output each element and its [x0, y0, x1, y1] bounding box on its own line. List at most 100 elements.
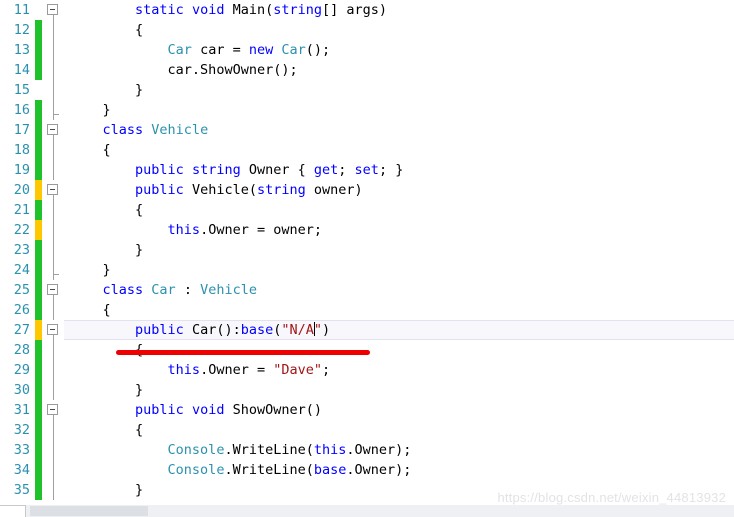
fold-column[interactable]: [44, 220, 64, 240]
horizontal-scrollbar[interactable]: [0, 505, 734, 517]
line-number: 19: [13, 162, 30, 178]
code-text[interactable]: car.ShowOwner();: [70, 60, 298, 80]
fold-column[interactable]: [44, 360, 64, 380]
code-line[interactable]: 29 this.Owner = "Dave";: [0, 360, 734, 380]
code-line[interactable]: 12 {: [0, 20, 734, 40]
code-text[interactable]: }: [70, 240, 143, 260]
code-line[interactable]: 30}: [0, 380, 734, 400]
fold-column[interactable]: [44, 140, 64, 160]
code-line[interactable]: 24}: [0, 260, 734, 280]
fold-column[interactable]: [44, 180, 64, 200]
code-line[interactable]: 22 this.Owner = owner;: [0, 220, 734, 240]
code-line[interactable]: 13 Car car = new Car();: [0, 40, 734, 60]
fold-column[interactable]: [44, 340, 64, 360]
fold-guide-line: [53, 140, 54, 160]
code-line[interactable]: 21 {: [0, 200, 734, 220]
code-text[interactable]: {: [70, 140, 111, 160]
code-line[interactable]: 34 Console.WriteLine(base.Owner);: [0, 460, 734, 480]
code-line[interactable]: 11 static void Main(string[] args): [0, 0, 734, 20]
code-token: this: [167, 222, 201, 238]
code-line[interactable]: 32 {: [0, 420, 734, 440]
code-token: }: [102, 262, 111, 278]
code-text[interactable]: {: [70, 420, 143, 440]
line-number: 30: [13, 382, 30, 398]
fold-column[interactable]: [44, 160, 64, 180]
code-text[interactable]: Console.WriteLine(this.Owner);: [70, 440, 412, 460]
code-editor[interactable]: 11 static void Main(string[] args) 12{13 Ca…: [0, 0, 734, 517]
code-token: }: [102, 102, 111, 118]
change-bar: [35, 200, 42, 220]
code-text[interactable]: class Vehicle: [70, 120, 209, 140]
collapse-minus-icon[interactable]: [47, 324, 58, 335]
fold-column[interactable]: [44, 100, 64, 120]
fold-column[interactable]: [44, 320, 64, 340]
code-text[interactable]: }: [70, 260, 111, 280]
fold-column[interactable]: [44, 400, 64, 420]
fold-column[interactable]: [44, 0, 64, 20]
code-line[interactable]: 33 Console.WriteLine(this.Owner);: [0, 440, 734, 460]
fold-column[interactable]: [44, 280, 64, 300]
code-lines-container[interactable]: 11 static void Main(string[] args) 12{13 Ca…: [0, 0, 734, 500]
code-text[interactable]: public void ShowOwner(): [70, 400, 322, 420]
red-underline-annotation: [116, 350, 370, 355]
collapse-minus-icon[interactable]: [47, 4, 58, 15]
fold-column[interactable]: [44, 80, 64, 100]
collapse-minus-icon[interactable]: [47, 404, 58, 415]
code-text[interactable]: public string Owner { get; set; }: [70, 160, 403, 180]
code-text[interactable]: {: [70, 20, 143, 40]
code-text[interactable]: }: [70, 380, 143, 400]
fold-column[interactable]: [44, 460, 64, 480]
fold-column[interactable]: [44, 420, 64, 440]
code-text[interactable]: Car car = new Car();: [70, 40, 331, 60]
code-text[interactable]: static void Main(string[] args): [70, 0, 387, 20]
code-text[interactable]: this.Owner = "Dave";: [70, 360, 331, 380]
code-line[interactable]: 15}: [0, 80, 734, 100]
code-text[interactable]: public Car():base("N/A"): [70, 320, 330, 340]
fold-column[interactable]: [44, 120, 64, 140]
code-text[interactable]: this.Owner = owner;: [70, 220, 322, 240]
code-text[interactable]: }: [70, 480, 143, 500]
fold-column[interactable]: [44, 40, 64, 60]
code-line[interactable]: 25 class Car : Vehicle: [0, 280, 734, 300]
fold-column[interactable]: [44, 200, 64, 220]
code-text[interactable]: Console.WriteLine(base.Owner);: [70, 460, 412, 480]
line-number: 15: [13, 82, 30, 98]
code-token: Vehicle: [151, 122, 209, 138]
collapse-minus-icon[interactable]: [47, 184, 58, 195]
code-line[interactable]: 23}: [0, 240, 734, 260]
code-token: public: [135, 162, 184, 178]
fold-guide-line: [53, 380, 54, 400]
code-text[interactable]: class Car : Vehicle: [70, 280, 257, 300]
code-text[interactable]: {: [70, 200, 143, 220]
fold-column[interactable]: [44, 20, 64, 40]
line-number: 24: [13, 262, 30, 278]
code-text[interactable]: }: [70, 80, 143, 100]
collapse-minus-icon[interactable]: [47, 284, 58, 295]
fold-column[interactable]: [44, 260, 64, 280]
code-line[interactable]: 26 {: [0, 300, 734, 320]
collapse-minus-icon[interactable]: [47, 124, 58, 135]
code-token: public: [135, 402, 184, 418]
fold-column[interactable]: [44, 60, 64, 80]
code-text[interactable]: public Vehicle(string owner): [70, 180, 363, 200]
fold-guide-line: [53, 480, 54, 500]
line-number: 20: [13, 182, 30, 198]
code-line[interactable]: 31 public void ShowOwner(): [0, 400, 734, 420]
fold-column[interactable]: [44, 240, 64, 260]
code-text[interactable]: {: [70, 300, 111, 320]
code-line[interactable]: 16}: [0, 100, 734, 120]
horizontal-scrollbar-thumb[interactable]: [30, 506, 148, 516]
fold-column[interactable]: [44, 440, 64, 460]
code-line[interactable]: 14 car.ShowOwner();: [0, 60, 734, 80]
code-token: string: [191, 162, 241, 178]
line-number: 35: [13, 482, 30, 498]
code-line[interactable]: 20 public Vehicle(string owner): [0, 180, 734, 200]
fold-column[interactable]: [44, 300, 64, 320]
code-line[interactable]: 19 public string Owner { get; set; }: [0, 160, 734, 180]
code-line[interactable]: 27 public Car():base("N/A"): [0, 320, 734, 340]
fold-column[interactable]: [44, 480, 64, 500]
fold-column[interactable]: [44, 380, 64, 400]
code-text[interactable]: }: [70, 100, 111, 120]
code-line[interactable]: 17 class Vehicle: [0, 120, 734, 140]
code-line[interactable]: 18 {: [0, 140, 734, 160]
